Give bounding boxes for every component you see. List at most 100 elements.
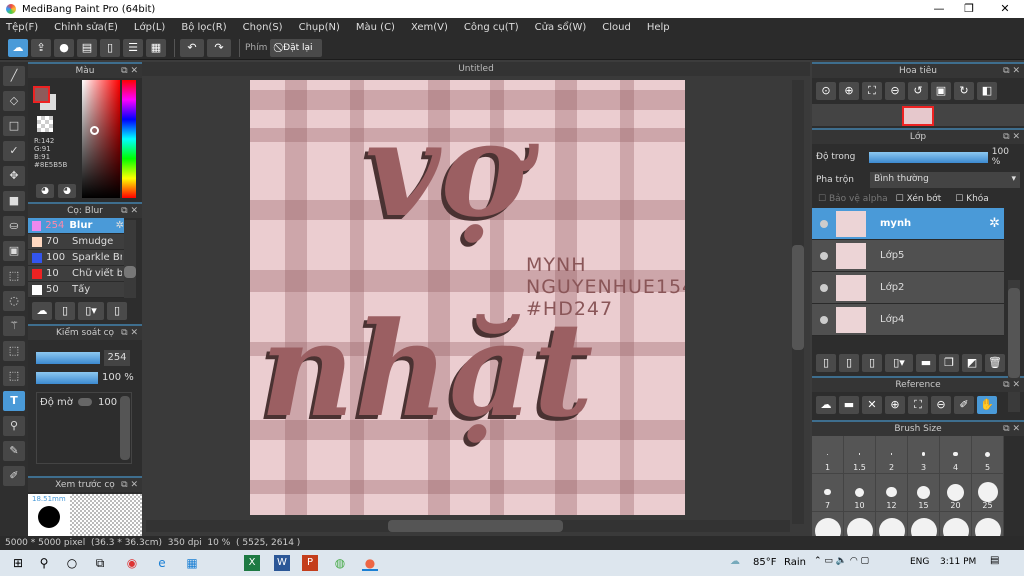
layer-row[interactable]: Lớp2 — [812, 272, 1004, 304]
clip-checkbox[interactable]: ☐ Xén bớt — [896, 194, 942, 204]
undo-icon[interactable]: ↶ — [180, 38, 204, 57]
blend-mode-select[interactable]: Bình thường ▾ — [870, 172, 1020, 188]
menu-item[interactable]: Xem(V) — [411, 22, 448, 33]
hand-icon[interactable]: ✋ — [977, 396, 997, 414]
select-tool-icon[interactable]: ⬚ — [3, 266, 25, 286]
horizontal-scrollbar[interactable] — [146, 520, 790, 532]
speech-bubble-icon[interactable]: ● — [54, 38, 74, 57]
menu-item[interactable]: Lớp(L) — [134, 22, 165, 33]
brush-size-option[interactable] — [844, 512, 876, 536]
gear-icon[interactable]: ✲ — [116, 220, 124, 231]
canvas-artwork[interactable]: vợ nhặt MYNH NGUYENHUE154 #HD247 — [250, 80, 685, 515]
menu-item[interactable]: Chọn(S) — [243, 22, 283, 33]
panel-close-icon[interactable]: ⧉ ✕ — [1003, 422, 1020, 436]
panel-close-icon[interactable]: ⧉ ✕ — [121, 64, 138, 78]
transparent-color-swatch[interactable] — [37, 116, 53, 132]
select-pen-icon[interactable]: ⬚ — [3, 341, 25, 361]
brush-item[interactable]: 100 Sparkle Bru — [28, 250, 124, 266]
lasso-tool-icon[interactable]: ◌ — [3, 291, 25, 311]
reset-button[interactable]: ⃠ Đặt lại — [270, 38, 323, 57]
comment-icon[interactable]: ▤ — [77, 38, 97, 57]
brush-size-option[interactable]: 25 — [972, 474, 1004, 512]
brush-size-value[interactable]: 254 — [104, 350, 130, 366]
store-icon[interactable]: ▦ — [184, 555, 200, 571]
color-cursor[interactable] — [90, 126, 99, 135]
move-tool-icon[interactable]: ✥ — [3, 166, 25, 186]
brush-size-option[interactable]: 7 — [812, 474, 844, 512]
new-halftone-layer-icon[interactable]: ▯ — [839, 354, 859, 372]
layer-row[interactable]: Lớp4 — [812, 304, 1004, 336]
page-list-icon[interactable]: ☰ — [123, 38, 143, 57]
brush-size-option[interactable]: 5 — [972, 436, 1004, 474]
brush-size-option[interactable] — [972, 512, 1004, 536]
brush-item[interactable]: 254 Blur ✲ — [28, 218, 124, 234]
task-view-icon[interactable]: ⧉ — [92, 555, 108, 571]
visibility-toggle-icon[interactable] — [820, 283, 828, 292]
brush-list-scrollbar[interactable] — [124, 220, 136, 298]
zoom-out-icon[interactable]: ⊖ — [885, 82, 905, 100]
brush-size-option[interactable]: 15 — [908, 474, 940, 512]
delete-layer-icon[interactable]: 🗑 — [985, 354, 1005, 372]
flip-icon[interactable]: ◧ — [977, 82, 997, 100]
vertical-scrollbar[interactable] — [792, 80, 804, 524]
eyedropper-tool-icon[interactable]: ✐ — [3, 466, 25, 486]
brush-control-scrollbar[interactable] — [120, 396, 130, 460]
palette-icon[interactable]: ◕ — [36, 184, 54, 198]
layer-row[interactable]: mynh ✲ — [812, 208, 1004, 240]
minimize-button[interactable]: — — [922, 0, 956, 18]
menu-item[interactable]: Cửa sổ(W) — [535, 22, 587, 33]
menu-item[interactable]: Chụp(N) — [299, 22, 340, 33]
powerpoint-icon[interactable]: P — [302, 555, 318, 571]
brush-size-option[interactable]: 20 — [940, 474, 972, 512]
brush-size-option[interactable] — [876, 512, 908, 536]
menu-item[interactable]: Bộ lọc(R) — [181, 22, 226, 33]
brush-size-option[interactable]: 1.5 — [844, 436, 876, 474]
magic-wand-icon[interactable]: ⚚ — [3, 316, 25, 336]
operation-tool-icon[interactable]: ⚲ — [3, 416, 25, 436]
lock-checkbox[interactable]: ☐ Khóa — [955, 194, 989, 204]
fill-rect-tool-icon[interactable]: ■ — [3, 191, 25, 211]
add-brush-icon[interactable]: ▯▾ — [78, 302, 104, 320]
brush-size-option[interactable]: 12 — [876, 474, 908, 512]
primary-color-swatch[interactable] — [33, 86, 50, 103]
menu-item[interactable]: Công cụ(T) — [464, 22, 519, 33]
layer-scrollbar[interactable] — [1008, 280, 1020, 412]
eyedropper-icon[interactable]: ✐ — [954, 396, 974, 414]
brush-size-option[interactable]: 4 — [940, 436, 972, 474]
open-folder-icon[interactable]: ▬ — [839, 396, 859, 414]
select-eraser-icon[interactable]: ⬚ — [3, 366, 25, 386]
menu-item[interactable]: Chỉnh sửa(E) — [54, 22, 118, 33]
visibility-toggle-icon[interactable] — [820, 219, 828, 228]
brush-size-slider[interactable] — [36, 352, 100, 364]
duplicate-layer-icon[interactable]: ❐ — [939, 354, 959, 372]
windows-start-icon[interactable]: ⊞ — [10, 555, 26, 571]
new-layer-icon[interactable]: ▯ — [816, 354, 836, 372]
menu-item[interactable]: Màu (C) — [356, 22, 395, 33]
blur-tool-icon[interactable]: ✎ — [3, 441, 25, 461]
close-button[interactable]: ✕ — [988, 0, 1022, 18]
rotate-right-icon[interactable]: ↻ — [954, 82, 974, 100]
clock[interactable]: 3:11 PM — [940, 557, 976, 567]
search-icon[interactable]: ⚲ — [36, 555, 52, 571]
panel-layout-icon[interactable]: ▦ — [146, 38, 166, 57]
brush-size-option[interactable] — [908, 512, 940, 536]
eraser-tool-icon[interactable]: ◇ — [3, 91, 25, 111]
palette-edit-icon[interactable]: ◕ — [58, 184, 76, 198]
brush-tool-icon[interactable]: ╱ — [3, 66, 25, 86]
maximize-button[interactable]: ❐ — [952, 0, 986, 18]
zoom-in-icon[interactable]: ⊕ — [885, 396, 905, 414]
brush-settings-icon[interactable]: ▯ — [107, 302, 127, 320]
brush-opacity-slider[interactable] — [36, 372, 98, 384]
app-icon[interactable]: ◉ — [124, 555, 140, 571]
brush-item[interactable]: 10 Chữ viết bả — [28, 266, 124, 282]
panel-close-icon[interactable]: ⧉ ✕ — [1003, 64, 1020, 78]
navigator-thumbnail[interactable] — [902, 106, 934, 126]
canvas-area[interactable]: Untitled vợ nhặt MYNH NGUYENHUE154 #HD24… — [142, 62, 810, 536]
redo-icon[interactable]: ↷ — [207, 38, 231, 57]
close-reference-icon[interactable]: ✕ — [862, 396, 882, 414]
brush-item[interactable]: 50 Tẩy — [28, 282, 124, 298]
edge-icon[interactable]: e — [154, 555, 170, 571]
bucket-tool-icon[interactable]: ⛀ — [3, 216, 25, 236]
saturation-value-picker[interactable] — [82, 80, 120, 198]
cortana-icon[interactable]: ○ — [64, 555, 80, 571]
